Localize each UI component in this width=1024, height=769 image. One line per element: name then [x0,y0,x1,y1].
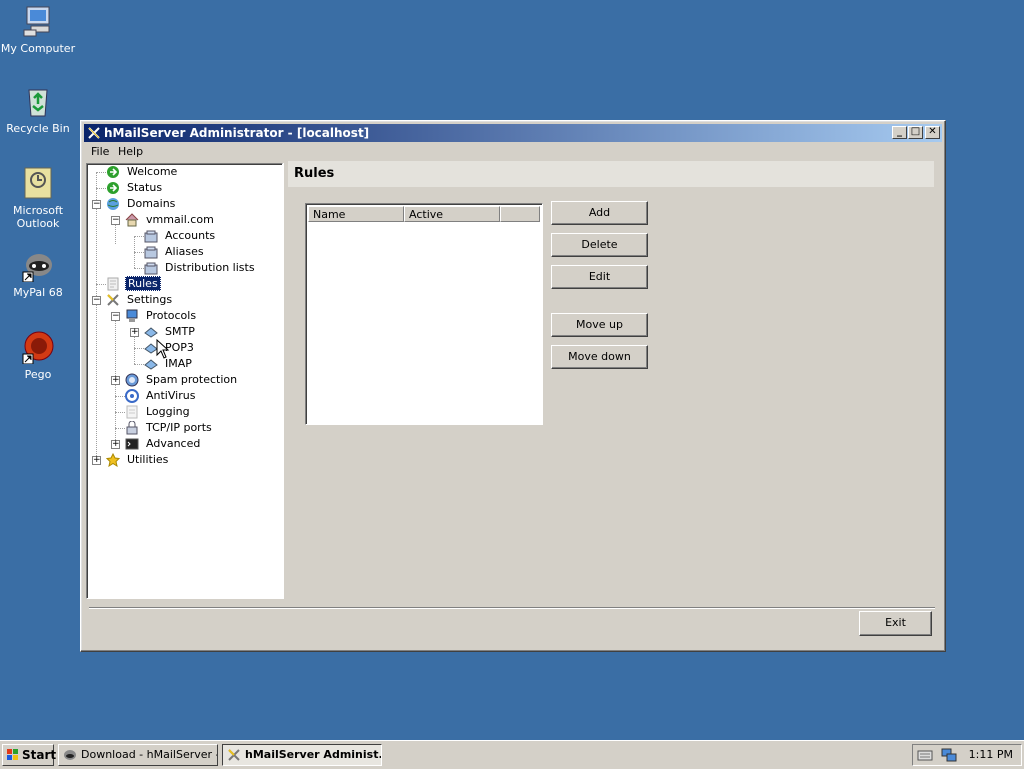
tree-item-label: Aliases [165,245,204,258]
aliases-icon [144,245,158,259]
desktop-icon-label: Pego [24,368,52,381]
my-computer-icon [21,4,55,38]
expand-collapse-vmmail[interactable]: − [111,216,120,225]
tree-item-label: vmmail.com [146,213,214,226]
smtp-icon [144,325,158,339]
accounts-icon [144,229,158,243]
navigation-tree[interactable]: Welcome Status − Domains − vmmail.com Ac… [86,163,283,599]
tree-item-label: Status [127,181,163,194]
tree-item-label: Accounts [165,229,216,242]
domain-house-icon [125,213,139,227]
spam-protection-icon [125,373,139,387]
desktop-icon-label: Recycle Bin [6,122,70,135]
desktop-icon-my-computer[interactable]: My Computer [0,4,76,55]
delete-button[interactable]: Delete [551,233,648,257]
logging-icon [125,405,139,419]
expand-collapse-domains[interactable]: − [92,200,101,209]
minimize-button[interactable]: _ [892,126,907,139]
edit-button[interactable]: Edit [551,265,648,289]
maximize-button[interactable]: □ [908,126,923,139]
imap-icon [144,357,158,371]
tree-item-label: Rules [125,276,161,291]
desktop-icon-pego[interactable]: Pego [0,330,76,381]
tree-item-label: AntiVirus [146,389,196,402]
tcpip-ports-icon [125,420,139,435]
status-icon [106,181,120,195]
welcome-icon [106,165,120,179]
taskbar: Start Download - hMailServer -... hMailS… [0,740,1024,769]
expand-collapse-utilities[interactable]: + [92,456,101,465]
system-tray: 1:11 PM [912,744,1022,766]
browser-icon [63,748,77,762]
tree-item-label: TCP/IP ports [146,421,212,434]
taskbar-item-label: hMailServer Administ... [245,748,382,761]
desktop-icon-outlook[interactable]: Microsoft Outlook [0,166,76,230]
keyboard-icon[interactable] [917,748,933,765]
desktop-icon-label: My Computer [0,42,76,55]
tree-item-label: Distribution lists [165,261,255,274]
footer-separator [89,607,935,609]
pego-icon [21,330,55,365]
network-icon[interactable] [941,748,957,765]
desktop-icon-label: Microsoft Outlook [12,204,64,230]
hmailserver-window: hMailServer Administrator - [localhost] … [80,120,946,652]
rules-icon [106,277,120,291]
menu-file[interactable]: File [86,145,114,158]
distribution-lists-icon [144,261,158,275]
desktop-icon-recycle-bin[interactable]: Recycle Bin [0,84,76,135]
advanced-icon [125,437,139,451]
panel-header: Rules [288,161,934,187]
desktop-icon-label: MyPal 68 [13,286,63,299]
mouse-cursor-icon [156,338,170,359]
panel-splitter[interactable] [283,163,287,599]
start-label: Start [22,748,57,762]
expand-collapse-spam[interactable]: + [111,376,120,385]
tree-item-label: Settings [127,293,173,306]
column-header-filler [500,206,540,222]
hmailserver-icon [87,126,101,140]
expand-collapse-protocols[interactable]: − [111,312,120,321]
tree-item-label: SMTP [165,325,195,338]
domains-icon [106,197,120,211]
add-button[interactable]: Add [551,201,648,225]
tree-item-label: Advanced [146,437,201,450]
close-button[interactable]: ✕ [925,126,940,139]
desktop-icon-mypal[interactable]: MyPal 68 [0,248,76,299]
antivirus-icon [125,389,139,403]
recycle-bin-icon [21,84,55,118]
page-title: Rules [294,166,335,181]
menu-help[interactable]: Help [113,145,148,158]
menubar: File Help [84,143,942,161]
move-up-button[interactable]: Move up [551,313,648,337]
clock: 1:11 PM [968,748,1013,761]
hmailserver-icon [227,748,241,762]
expand-collapse-advanced[interactable]: + [111,440,120,449]
column-header-name[interactable]: Name [308,206,404,222]
rules-list[interactable]: Name Active [305,203,543,425]
mypal-icon [21,248,55,283]
windows-flag-icon [6,748,20,762]
utilities-icon [105,452,121,468]
exit-button[interactable]: Exit [859,611,932,636]
tree-item-label: Spam protection [146,373,238,386]
taskbar-item-hmailserver[interactable]: hMailServer Administ... [222,744,382,766]
settings-icon [106,293,120,307]
expand-collapse-settings[interactable]: − [92,296,101,305]
tree-item-label: Logging [146,405,190,418]
tree-item-label: Welcome [127,165,178,178]
tree-item-label: Utilities [127,453,169,466]
taskbar-item-label: Download - hMailServer -... [81,748,218,761]
outlook-icon [21,166,55,200]
window-title: hMailServer Administrator - [localhost] [104,126,370,140]
expand-collapse-smtp[interactable]: + [130,328,139,337]
move-down-button[interactable]: Move down [551,345,648,369]
column-header-active[interactable]: Active [404,206,500,222]
window-titlebar[interactable]: hMailServer Administrator - [localhost] … [84,124,942,142]
tree-item-label: Domains [127,197,176,210]
taskbar-item-browser[interactable]: Download - hMailServer -... [58,744,218,766]
start-button[interactable]: Start [2,744,57,766]
protocols-icon [125,309,139,323]
tree-item-label: Protocols [146,309,197,322]
